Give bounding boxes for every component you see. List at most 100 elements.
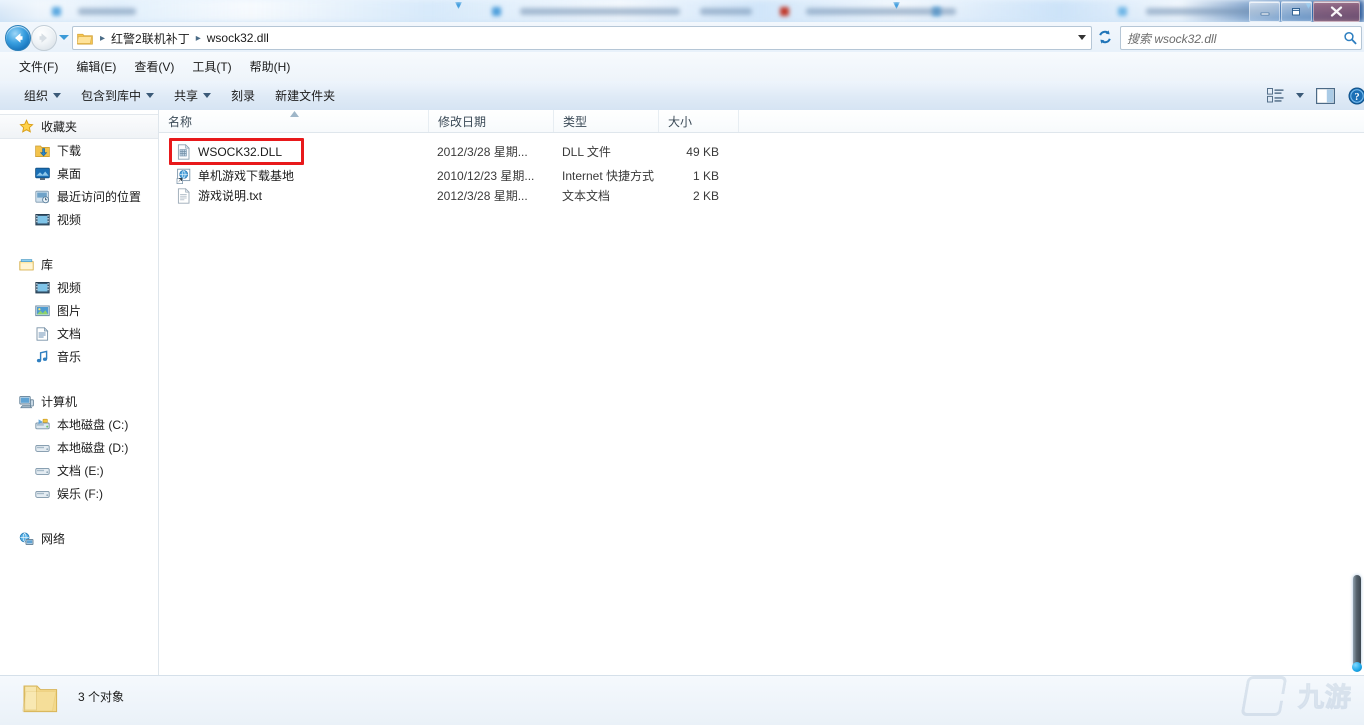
sidebar-label: 音乐 bbox=[57, 348, 81, 365]
sidebar-item-libraries[interactable]: 库 bbox=[0, 253, 158, 276]
column-header-date[interactable]: 修改日期 bbox=[429, 110, 554, 132]
column-header-size[interactable]: 大小 bbox=[659, 110, 739, 132]
help-icon[interactable]: ? bbox=[1342, 84, 1364, 108]
sidebar-item-downloads[interactable]: 下载 bbox=[0, 139, 158, 162]
sidebar-item-music[interactable]: 音乐 bbox=[0, 345, 158, 368]
address-bar: ▸ 红警2联机补丁 ▸ wsock32.dll 搜索 wsock32.dll bbox=[0, 22, 1364, 52]
chevron-down-icon bbox=[1296, 93, 1304, 98]
sidebar-item-videos-fav[interactable]: 视频 bbox=[0, 208, 158, 231]
file-size: 49 KB bbox=[629, 144, 719, 160]
breadcrumb-item-current[interactable]: wsock32.dll bbox=[207, 31, 269, 45]
menu-item-view[interactable]: 查看(V) bbox=[125, 55, 183, 78]
sidebar-item-videos-lib[interactable]: 视频 bbox=[0, 276, 158, 299]
internet-shortcut-icon bbox=[176, 168, 192, 184]
include-in-library-button[interactable]: 包含到库中 bbox=[71, 84, 164, 107]
sidebar-item-favorites[interactable]: 收藏夹 bbox=[0, 114, 158, 139]
desktop-icon bbox=[34, 166, 50, 182]
folder-icon bbox=[22, 683, 58, 715]
organize-button[interactable]: 组织 bbox=[14, 84, 71, 107]
forward-button[interactable] bbox=[31, 25, 57, 51]
sidebar-label: 收藏夹 bbox=[41, 118, 77, 135]
sidebar-label: 娱乐 (F:) bbox=[57, 485, 103, 502]
sort-ascending-icon bbox=[290, 111, 299, 117]
new-folder-button[interactable]: 新建文件夹 bbox=[265, 84, 345, 107]
search-icon[interactable] bbox=[1339, 31, 1361, 45]
breadcrumb-item-folder[interactable]: 红警2联机补丁 bbox=[111, 30, 190, 47]
history-dropdown-icon[interactable] bbox=[59, 35, 69, 40]
file-date: 2010/12/23 星期... bbox=[437, 168, 534, 184]
menu-item-edit[interactable]: 编辑(E) bbox=[67, 55, 125, 78]
sidebar-item-desktop[interactable]: 桌面 bbox=[0, 162, 158, 185]
menu-item-file[interactable]: 文件(F) bbox=[10, 55, 67, 78]
window-controls bbox=[1249, 1, 1360, 22]
sidebar-item-documents[interactable]: 文档 bbox=[0, 322, 158, 345]
minimize-button[interactable] bbox=[1249, 1, 1280, 22]
drive-icon bbox=[34, 486, 50, 502]
file-list-pane[interactable]: 名称 修改日期 类型 大小 WSOCK3 bbox=[159, 110, 1364, 675]
close-button[interactable] bbox=[1313, 1, 1360, 22]
sidebar-label: 图片 bbox=[57, 302, 81, 319]
table-row[interactable]: WSOCK32.DLL 2012/3/28 星期... DLL 文件 49 KB bbox=[159, 142, 1364, 162]
refresh-icon bbox=[1097, 29, 1113, 45]
sidebar-item-pictures[interactable]: 图片 bbox=[0, 299, 158, 322]
column-header-type[interactable]: 类型 bbox=[554, 110, 659, 132]
library-icon bbox=[18, 257, 34, 273]
file-size: 2 KB bbox=[629, 188, 719, 204]
view-options-caret[interactable] bbox=[1292, 84, 1308, 108]
share-button[interactable]: 共享 bbox=[164, 84, 221, 107]
sidebar-label: 本地磁盘 (D:) bbox=[57, 439, 128, 456]
back-button[interactable] bbox=[5, 25, 31, 51]
watermark: 九游 bbox=[1244, 678, 1356, 720]
share-label: 共享 bbox=[174, 87, 198, 104]
burn-button[interactable]: 刻录 bbox=[221, 84, 265, 107]
sidebar-item-computer[interactable]: 计算机 bbox=[0, 390, 158, 413]
chevron-down-icon bbox=[53, 93, 61, 98]
chevron-down-icon bbox=[1078, 35, 1086, 40]
sidebar-label: 库 bbox=[41, 256, 53, 273]
scrollbar-knob[interactable] bbox=[1352, 662, 1362, 672]
sidebar-item-network[interactable]: 网络 bbox=[0, 527, 158, 550]
sidebar-item-drive-d[interactable]: 本地磁盘 (D:) bbox=[0, 436, 158, 459]
title-bar bbox=[0, 0, 1364, 22]
menu-item-help[interactable]: 帮助(H) bbox=[241, 55, 300, 78]
address-dropdown-button[interactable] bbox=[1073, 27, 1091, 47]
restore-button[interactable] bbox=[1281, 1, 1312, 22]
pictures-icon bbox=[34, 303, 50, 319]
new-folder-label: 新建文件夹 bbox=[275, 87, 335, 104]
table-row[interactable]: 单机游戏下载基地 2010/12/23 星期... Internet 快捷方式 … bbox=[159, 166, 1364, 186]
navigation-pane[interactable]: 收藏夹 下载 桌面 bbox=[0, 110, 159, 675]
sidebar-item-drive-e[interactable]: 文档 (E:) bbox=[0, 459, 158, 482]
sidebar-item-drive-c[interactable]: 本地磁盘 (C:) bbox=[0, 413, 158, 436]
file-name[interactable]: 单机游戏下载基地 bbox=[198, 168, 294, 184]
vertical-scrollbar[interactable] bbox=[1353, 575, 1361, 667]
command-toolbar: 组织 包含到库中 共享 刻录 新建文件夹 bbox=[0, 81, 1364, 111]
menu-bar: 文件(F) 编辑(E) 查看(V) 工具(T) 帮助(H) bbox=[0, 52, 1364, 81]
file-size: 1 KB bbox=[629, 168, 719, 184]
nav-section-libraries: 库 视频 bbox=[0, 253, 158, 368]
breadcrumb[interactable]: ▸ 红警2联机补丁 ▸ wsock32.dll bbox=[72, 26, 1092, 50]
file-name[interactable]: 游戏说明.txt bbox=[198, 188, 262, 204]
system-drive-icon bbox=[34, 417, 50, 433]
column-header-name[interactable]: 名称 bbox=[159, 110, 429, 132]
status-bar: 3 个对象 bbox=[0, 675, 1364, 725]
downloads-icon bbox=[34, 143, 50, 159]
refresh-button[interactable] bbox=[1094, 26, 1116, 48]
dll-file-icon bbox=[176, 144, 192, 160]
file-name[interactable]: WSOCK32.DLL bbox=[198, 144, 282, 160]
preview-pane-icon[interactable] bbox=[1310, 84, 1340, 108]
nav-section-computer: 计算机 本地磁盘 (C:) bbox=[0, 390, 158, 505]
table-row[interactable]: 游戏说明.txt 2012/3/28 星期... 文本文档 2 KB bbox=[159, 186, 1364, 206]
status-text: 3 个对象 bbox=[78, 688, 124, 705]
menu-item-tools[interactable]: 工具(T) bbox=[183, 55, 240, 78]
computer-icon bbox=[18, 394, 34, 410]
explorer-window: ▸ 红警2联机补丁 ▸ wsock32.dll 搜索 wsock32.dll bbox=[0, 0, 1364, 724]
view-options-icon[interactable] bbox=[1260, 84, 1290, 108]
sidebar-item-recent-places[interactable]: 最近访问的位置 bbox=[0, 185, 158, 208]
file-date: 2012/3/28 星期... bbox=[437, 188, 528, 204]
nav-section-network: 网络 bbox=[0, 527, 158, 550]
sidebar-item-drive-f[interactable]: 娱乐 (F:) bbox=[0, 482, 158, 505]
documents-icon bbox=[34, 326, 50, 342]
search-input[interactable]: 搜索 wsock32.dll bbox=[1121, 30, 1339, 47]
chevron-down-icon bbox=[146, 93, 154, 98]
search-box[interactable]: 搜索 wsock32.dll bbox=[1120, 26, 1362, 50]
